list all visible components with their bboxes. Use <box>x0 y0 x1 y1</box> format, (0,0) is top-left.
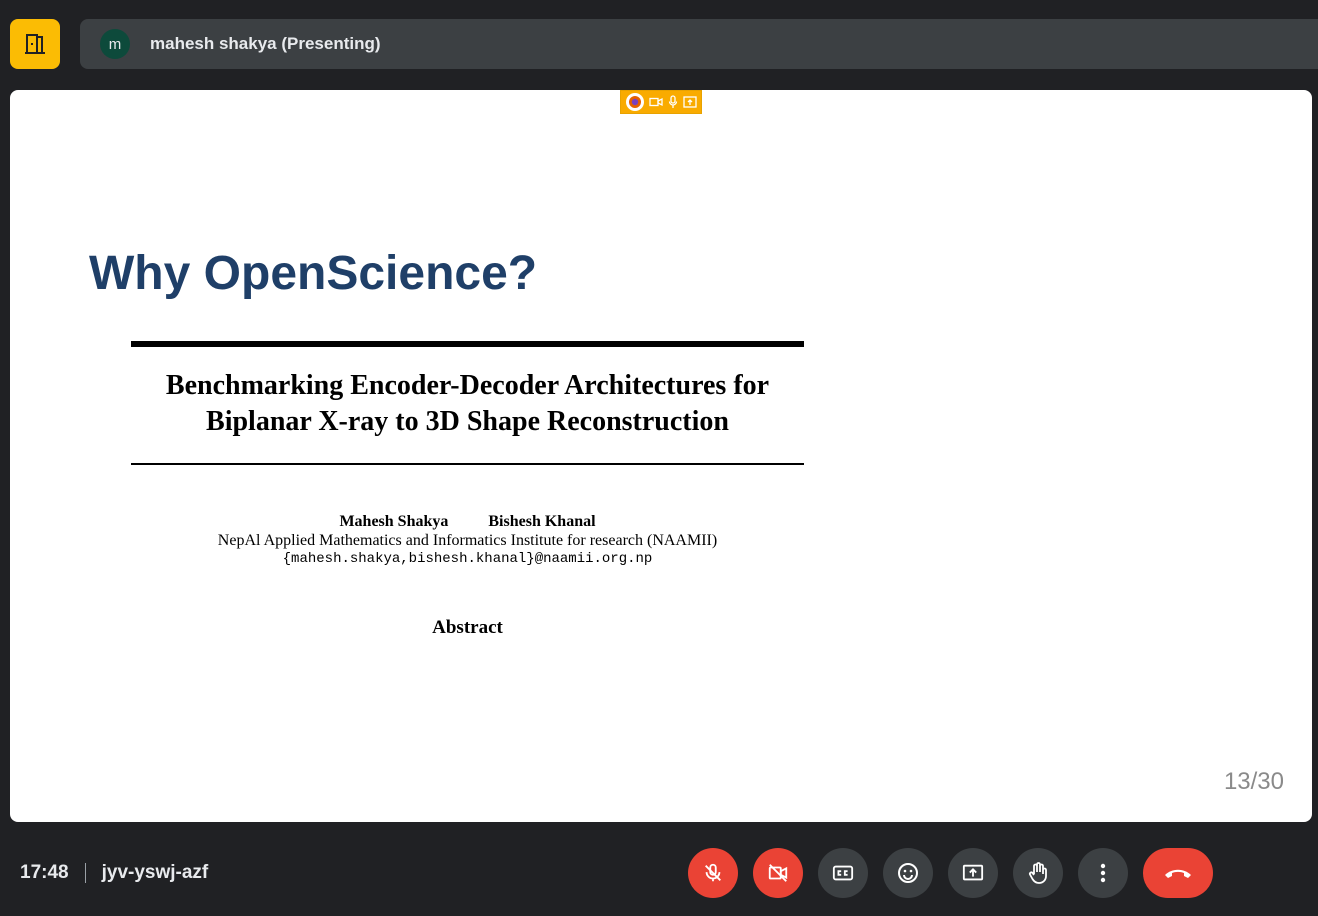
end-call-button[interactable] <box>1143 848 1213 898</box>
slide-page-number: 13/30 <box>1223 768 1284 795</box>
presenter-avatar: m <box>100 29 130 59</box>
presenter-bar: m mahesh shakya (Presenting) <box>80 19 1318 69</box>
call-controls <box>688 848 1213 898</box>
paper-authors: Mahesh Shakya Bishesh Khanal NepAl Appli… <box>131 513 804 569</box>
shared-screen: Why OpenScience? Benchmarking Encoder-De… <box>10 90 1312 822</box>
raise-hand-icon <box>1028 862 1047 884</box>
author-name: Bishesh Khanal <box>488 513 596 530</box>
author-affiliation: NepAl Applied Mathematics and Informatic… <box>217 532 718 549</box>
meeting-code[interactable]: jyv-yswj-azf <box>102 862 209 884</box>
divider <box>84 863 86 883</box>
screen-share-indicator[interactable] <box>620 90 702 114</box>
firefox-icon <box>625 93 644 111</box>
abstract-heading: Abstract <box>432 617 503 638</box>
slide-title: Why OpenScience? <box>89 247 538 300</box>
share-camera-icon <box>648 97 663 107</box>
paper-bottom-rule <box>131 463 804 465</box>
author-name: Mahesh Shakya <box>339 513 449 530</box>
mic-toggle-button[interactable] <box>688 848 738 898</box>
mic-off-icon <box>705 863 721 882</box>
camera-off-icon <box>768 864 788 882</box>
door-icon <box>25 34 45 54</box>
end-call-icon <box>1165 869 1191 878</box>
emoji-icon <box>898 863 918 883</box>
more-options-button[interactable] <box>1078 848 1128 898</box>
author-emails: {mahesh.shakya,bishesh.khanal}@naamii.or… <box>282 551 653 567</box>
paper-title-line-1: Benchmarking Encoder-Decoder Architectur… <box>165 370 770 401</box>
meeting-time: 17:48 <box>20 862 69 883</box>
closed-captions-icon <box>832 865 854 881</box>
paper-title-line-2: Biplanar X-ray to 3D Shape Reconstructio… <box>206 406 729 437</box>
more-vert-icon <box>1100 863 1106 883</box>
captions-button[interactable] <box>818 848 868 898</box>
present-button[interactable] <box>948 848 998 898</box>
camera-toggle-button[interactable] <box>753 848 803 898</box>
meeting-info: 17:48 jyv-yswj-azf <box>20 860 208 886</box>
reactions-button[interactable] <box>883 848 933 898</box>
paper-top-rule <box>131 341 804 347</box>
presenter-label: mahesh shakya (Presenting) <box>150 34 381 53</box>
present-screen-icon <box>962 864 984 881</box>
share-mic-icon <box>668 95 677 108</box>
leave-door-button[interactable] <box>10 19 60 69</box>
paper-title: Benchmarking Encoder-Decoder Architectur… <box>131 368 804 440</box>
raise-hand-button[interactable] <box>1013 848 1063 898</box>
share-screen-icon <box>682 96 697 108</box>
